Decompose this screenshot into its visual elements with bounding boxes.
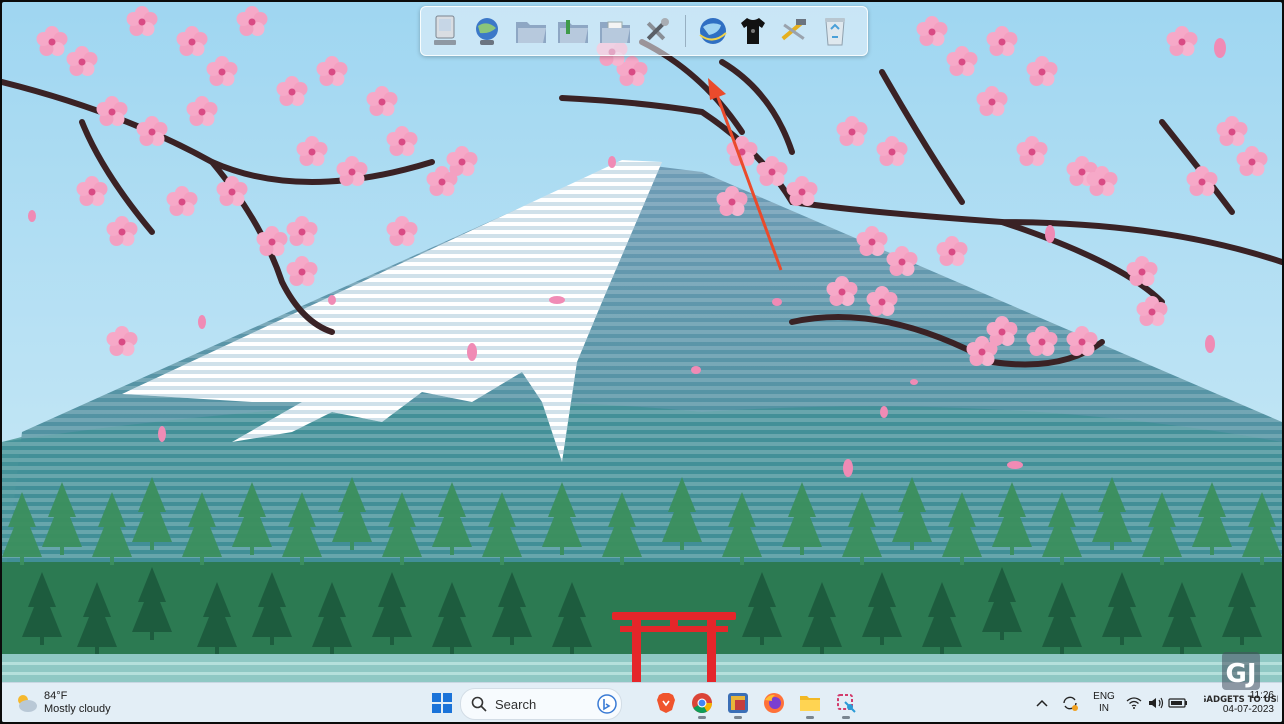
weather-widget[interactable]: 84°F Mostly cloudy xyxy=(14,687,111,719)
search-label: Search xyxy=(495,696,537,712)
folder-open-icon[interactable] xyxy=(513,11,549,51)
gadgets-to-use-watermark: GJ GADGETS TO USE xyxy=(1204,652,1278,704)
show-hidden-icons-chevron-icon[interactable] xyxy=(1032,687,1052,719)
chrome-icon[interactable] xyxy=(686,687,718,719)
search-icon xyxy=(471,696,487,712)
volume-icon[interactable] xyxy=(1146,687,1166,719)
network-globe-icon[interactable] xyxy=(469,11,505,51)
battery-icon[interactable] xyxy=(1166,687,1190,719)
taskbar: 84°F Mostly cloudy Search ENG IN 11:26 0… xyxy=(2,682,1282,722)
computer-icon[interactable] xyxy=(427,11,463,51)
wifi-icon[interactable] xyxy=(1124,687,1144,719)
desktop-screen: 84°F Mostly cloudy Search ENG IN 11:26 0… xyxy=(2,2,1282,722)
taskbar-search[interactable]: Search xyxy=(460,688,622,720)
folder-documents-icon[interactable] xyxy=(597,11,633,51)
weather-condition: Mostly cloudy xyxy=(44,703,111,715)
tshirt-icon[interactable] xyxy=(735,11,771,51)
weather-temperature: 84°F xyxy=(44,690,68,702)
cloudy-weather-icon xyxy=(18,695,37,712)
desktop-wallpaper xyxy=(2,2,1282,722)
brave-browser-icon[interactable] xyxy=(650,687,682,719)
sync-status-icon[interactable] xyxy=(1056,687,1084,719)
language-region: IN xyxy=(1099,703,1109,714)
photos-icon[interactable] xyxy=(722,687,754,719)
icon-dock xyxy=(420,6,868,56)
bing-icon[interactable] xyxy=(597,694,617,714)
tools-settings-icon[interactable] xyxy=(639,11,675,51)
internet-globe-icon[interactable] xyxy=(695,11,731,51)
recycle-bin-icon[interactable] xyxy=(817,11,853,51)
watermark-logo-text: GJ xyxy=(1225,659,1256,689)
file-explorer-icon[interactable] xyxy=(794,687,826,719)
snipping-tool-icon[interactable] xyxy=(830,687,862,719)
start-button[interactable] xyxy=(426,687,458,719)
folder-green-icon[interactable] xyxy=(555,11,591,51)
windows-logo-icon xyxy=(432,693,452,713)
clock-date: 04-07-2023 xyxy=(1222,704,1274,715)
language-code: ENG xyxy=(1093,691,1115,702)
language-indicator[interactable]: ENG IN xyxy=(1090,691,1118,715)
firefox-icon[interactable] xyxy=(758,687,790,719)
dock-separator xyxy=(685,15,686,47)
watermark-brand: GADGETS TO USE xyxy=(1204,695,1278,704)
hammer-wrench-icon[interactable] xyxy=(775,11,811,51)
